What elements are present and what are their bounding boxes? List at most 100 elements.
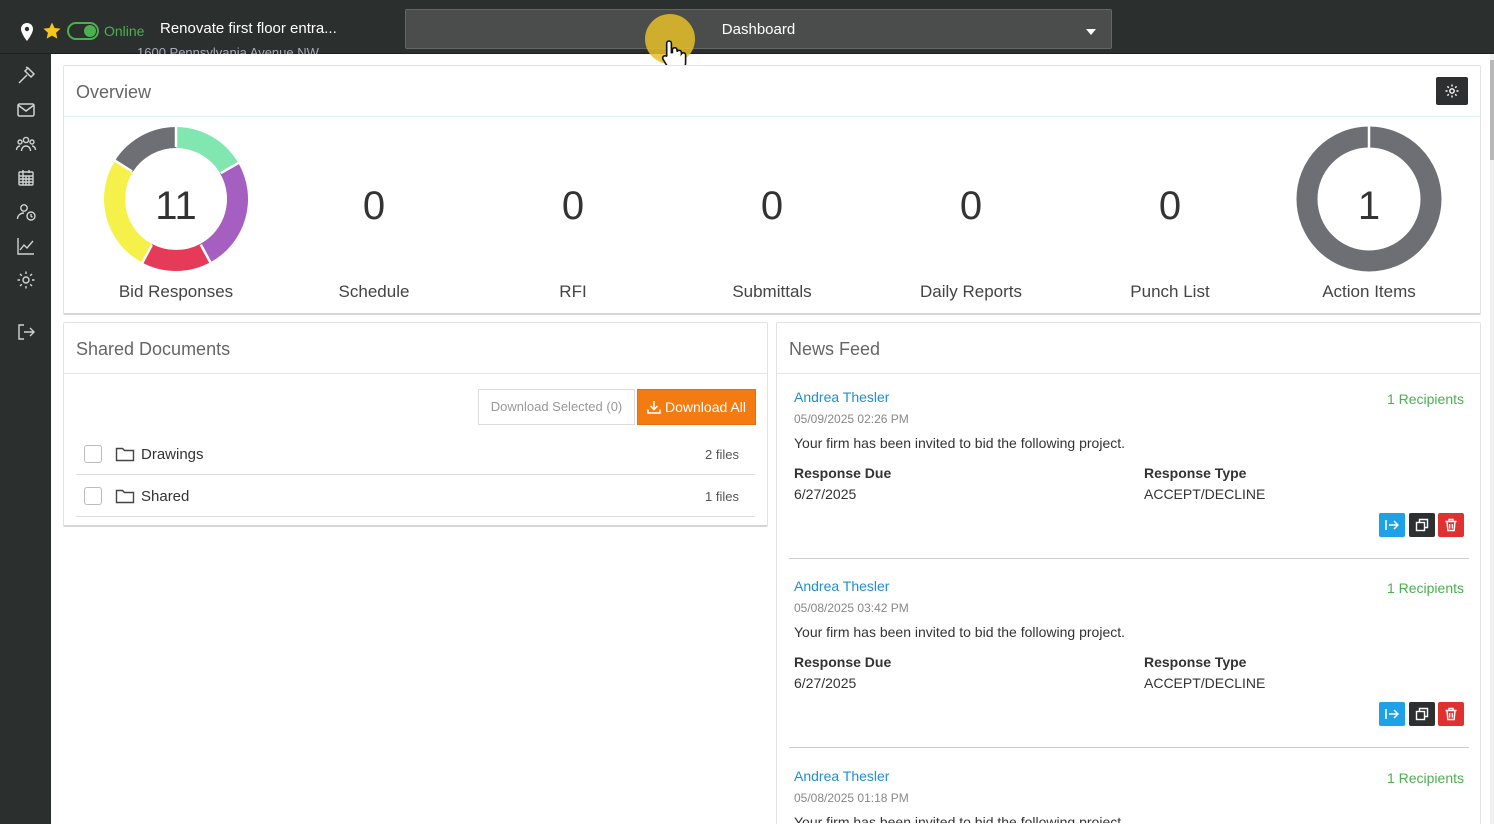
response-type-value: ACCEPT/DECLINE <box>1144 675 1266 691</box>
overview-title: Overview <box>76 82 152 102</box>
dashboard-select[interactable]: Dashboard <box>405 9 1112 49</box>
news-message: Your firm has been invited to bid the fo… <box>794 814 1126 823</box>
news-message: Your firm has been invited to bid the fo… <box>794 435 1126 451</box>
sidebar <box>0 54 51 824</box>
overview-header-divider <box>64 116 1480 117</box>
news-feed-title: News Feed <box>789 339 881 359</box>
stat-label: Action Items <box>1322 282 1416 301</box>
folder-row-drawings[interactable]: Drawings 2 files <box>76 433 755 475</box>
forward-button[interactable] <box>1379 702 1405 726</box>
news-message: Your firm has been invited to bid the fo… <box>794 624 1126 640</box>
stat-label: Daily Reports <box>919 282 1023 301</box>
news-item: Andrea Thesler 05/08/2025 01:18 PM 1 Rec… <box>789 768 1469 823</box>
gear-icon <box>1445 84 1459 98</box>
copy-icon <box>1415 707 1429 721</box>
forward-icon <box>1385 709 1399 719</box>
news-date: 05/08/2025 01:18 PM <box>794 791 909 805</box>
chart-icon[interactable] <box>15 235 37 257</box>
copy-button[interactable] <box>1409 513 1435 537</box>
stat-label: Punch List <box>1130 282 1210 301</box>
mail-icon[interactable] <box>15 99 37 121</box>
response-due-label: Response Due <box>794 654 892 670</box>
trash-icon <box>1445 518 1457 532</box>
scrollbar-thumb[interactable] <box>1490 60 1494 160</box>
news-date: 05/09/2025 02:26 PM <box>794 412 909 426</box>
folder-file-count: 1 files <box>705 489 739 504</box>
stat-label: RFI <box>559 282 587 301</box>
delete-button[interactable] <box>1438 513 1464 537</box>
stat-label: Schedule <box>338 282 410 301</box>
news-recipients-link[interactable]: 1 Recipients <box>1387 391 1464 407</box>
gear-icon[interactable] <box>15 269 37 291</box>
response-type-label: Response Type <box>1144 465 1247 481</box>
hammer-icon[interactable] <box>15 65 37 87</box>
page-scrollbar[interactable] <box>1490 54 1494 824</box>
news-author-link[interactable]: Andrea Thesler <box>794 578 889 594</box>
donut-segment[interactable] <box>142 243 211 272</box>
folder-file-count: 2 files <box>705 447 739 462</box>
download-all-button[interactable]: Download All <box>637 389 756 425</box>
download-all-label: Download All <box>665 399 746 415</box>
delete-button[interactable] <box>1438 702 1464 726</box>
dashboard-select-label: Dashboard <box>721 21 796 38</box>
user-clock-icon[interactable] <box>15 201 37 223</box>
logout-icon[interactable] <box>15 321 37 343</box>
folder-name[interactable]: Drawings <box>141 446 204 463</box>
folder-row-shared[interactable]: Shared 1 files <box>76 475 755 517</box>
folder-checkbox[interactable] <box>84 445 102 463</box>
news-item: Andrea Thesler 05/09/2025 02:26 PM 1 Rec… <box>789 389 1469 579</box>
news-recipients-link[interactable]: 1 Recipients <box>1387 770 1464 786</box>
copy-icon <box>1415 518 1429 532</box>
online-toggle[interactable] <box>67 22 99 40</box>
project-title[interactable]: Renovate first floor entra... <box>160 20 337 37</box>
overview-settings-button[interactable] <box>1436 77 1468 105</box>
stat-value: 0 <box>959 184 983 228</box>
folder-icon <box>115 447 135 462</box>
team-icon[interactable] <box>15 133 37 155</box>
top-bar: Online Renovate first floor entra... 160… <box>0 0 1494 72</box>
news-date: 05/08/2025 03:42 PM <box>794 601 909 615</box>
bid-responses-value: 11 <box>155 184 197 228</box>
news-divider <box>789 558 1469 559</box>
news-recipients-link[interactable]: 1 Recipients <box>1387 580 1464 596</box>
folder-icon <box>115 489 135 504</box>
download-icon <box>647 401 661 414</box>
stat-label: Bid Responses <box>118 282 234 301</box>
news-feed-panel: News Feed Andrea Thesler 05/09/2025 02:2… <box>776 322 1481 824</box>
location-pin-icon[interactable] <box>20 23 34 41</box>
stat-value: 0 <box>362 184 386 228</box>
favorite-star-icon[interactable] <box>42 21 62 41</box>
news-author-link[interactable]: Andrea Thesler <box>794 768 889 784</box>
shared-header-divider <box>64 373 767 374</box>
news-author-link[interactable]: Andrea Thesler <box>794 389 889 405</box>
response-type-value: ACCEPT/DECLINE <box>1144 486 1266 502</box>
copy-button[interactable] <box>1409 702 1435 726</box>
response-due-label: Response Due <box>794 465 892 481</box>
trash-icon <box>1445 707 1457 721</box>
news-item: Andrea Thesler 05/08/2025 03:42 PM 1 Rec… <box>789 578 1469 768</box>
action-items-value: 1 <box>1357 184 1381 228</box>
response-type-label: Response Type <box>1144 654 1247 670</box>
stat-value: 0 <box>760 184 784 228</box>
folder-name[interactable]: Shared <box>141 488 189 505</box>
online-status: Online <box>104 23 145 39</box>
folder-checkbox[interactable] <box>84 487 102 505</box>
shared-documents-title: Shared Documents <box>76 339 231 359</box>
toggle-knob <box>84 25 96 37</box>
shared-documents-panel: Shared Documents Download Selected (0) D… <box>63 322 768 527</box>
calendar-icon[interactable] <box>15 167 37 189</box>
response-due-value: 6/27/2025 <box>794 675 857 691</box>
caret-down-icon <box>1086 29 1096 35</box>
forward-icon <box>1385 520 1399 530</box>
download-selected-button[interactable]: Download Selected (0) <box>478 389 635 425</box>
donut-segment[interactable] <box>176 127 239 174</box>
news-divider <box>789 747 1469 748</box>
project-address: 1600 Pennsylvania Avenue NW <box>137 46 319 54</box>
response-due-value: 6/27/2025 <box>794 486 857 502</box>
overview-panel: Overview 11 Bid Responses 0 Schedule 0 R… <box>63 65 1481 315</box>
stat-value: 0 <box>561 184 585 228</box>
stat-label: Submittals <box>732 282 812 301</box>
news-header-divider <box>777 373 1480 374</box>
forward-button[interactable] <box>1379 513 1405 537</box>
stat-value: 0 <box>1158 184 1182 228</box>
